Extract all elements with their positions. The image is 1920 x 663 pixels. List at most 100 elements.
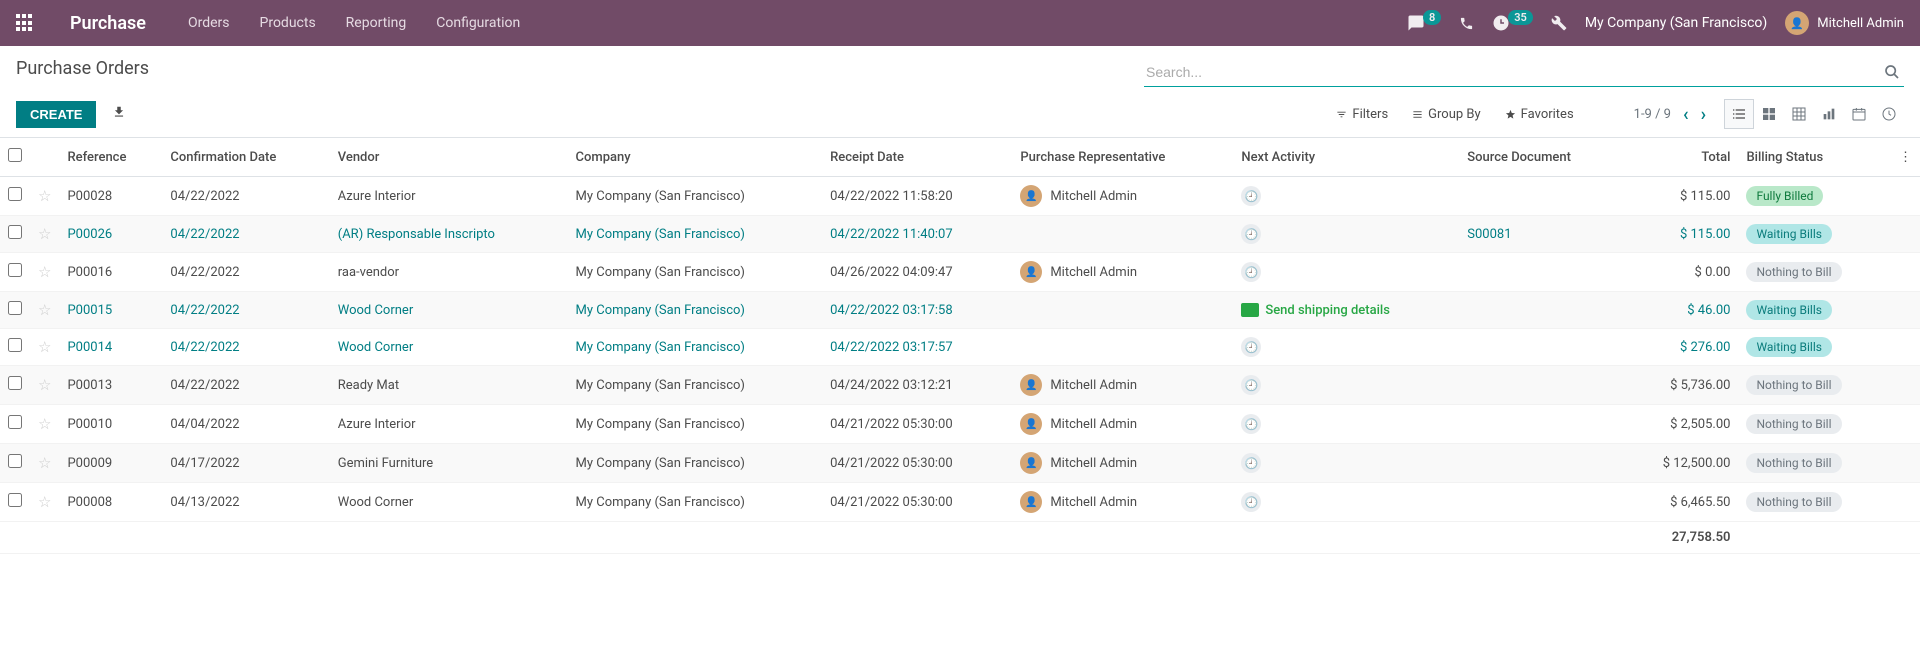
menu-reporting[interactable]: Reporting [346,15,407,31]
download-icon[interactable] [108,101,130,127]
cell-source [1459,177,1623,216]
cell-status: Nothing to Bill [1738,444,1891,483]
th-more-icon[interactable]: ⋮ [1891,138,1920,177]
cell-source [1459,405,1623,444]
row-checkbox[interactable] [8,415,22,429]
star-icon[interactable]: ☆ [38,187,51,205]
status-badge: Nothing to Bill [1746,262,1841,282]
table-row[interactable]: ☆ P00028 04/22/2022 Azure Interior My Co… [0,177,1920,216]
cell-ref: P00014 [59,329,162,366]
th-vendor[interactable]: Vendor [330,138,568,177]
row-checkbox[interactable] [8,454,22,468]
cell-ref: P00015 [59,292,162,329]
cell-company: My Company (San Francisco) [568,444,823,483]
clock-icon[interactable]: 🕘 [1241,224,1261,244]
cell-company: My Company (San Francisco) [568,216,823,253]
menu-orders[interactable]: Orders [188,15,230,31]
th-billing[interactable]: Billing Status [1738,138,1891,177]
th-source[interactable]: Source Document [1459,138,1623,177]
pager-next-icon[interactable]: › [1701,104,1706,125]
table-row[interactable]: ☆ P00010 04/04/2022 Azure Interior My Co… [0,405,1920,444]
cell-activity: 🕘 [1233,405,1459,444]
star-icon[interactable]: ☆ [38,338,51,356]
groupby-button[interactable]: Group By [1412,107,1481,122]
row-checkbox[interactable] [8,301,22,315]
company-selector[interactable]: My Company (San Francisco) [1585,15,1767,31]
view-list-icon[interactable] [1724,99,1754,129]
table-row[interactable]: ☆ P00026 04/22/2022 (AR) Responsable Ins… [0,216,1920,253]
th-confirmation[interactable]: Confirmation Date [162,138,329,177]
view-pivot-icon[interactable] [1784,99,1814,129]
activity-planned[interactable]: Send shipping details [1241,303,1451,318]
search-input[interactable] [1144,58,1904,87]
star-icon[interactable]: ☆ [38,454,51,472]
pager[interactable]: 1-9 / 9 [1634,107,1671,122]
pager-prev-icon[interactable]: ‹ [1683,104,1689,125]
row-checkbox[interactable] [8,493,22,507]
clock-icon[interactable]: 🕘 [1241,186,1261,206]
create-button[interactable]: CREATE [16,101,96,128]
star-icon[interactable]: ☆ [38,225,51,243]
search-icon[interactable] [1884,64,1900,84]
app-title[interactable]: Purchase [70,13,146,34]
groupby-label: Group By [1428,107,1481,122]
th-rep[interactable]: Purchase Representative [1012,138,1233,177]
apps-icon[interactable] [16,14,34,32]
view-kanban-icon[interactable] [1754,99,1784,129]
row-checkbox[interactable] [8,263,22,277]
rep-name: Mitchell Admin [1050,495,1137,510]
th-receipt[interactable]: Receipt Date [822,138,1012,177]
view-activity-icon[interactable] [1874,99,1904,129]
table-row[interactable]: ☆ P00008 04/13/2022 Wood Corner My Compa… [0,483,1920,522]
clock-icon[interactable]: 🕘 [1241,337,1261,357]
clock-icon[interactable]: 🕘 [1241,375,1261,395]
star-icon[interactable]: ☆ [38,301,51,319]
cell-ref: P00009 [59,444,162,483]
table-row[interactable]: ☆ P00015 04/22/2022 Wood Corner My Compa… [0,292,1920,329]
discuss-icon[interactable]: 8 [1407,14,1441,32]
top-menus: Orders Products Reporting Configuration [188,15,520,31]
table-row[interactable]: ☆ P00009 04/17/2022 Gemini Furniture My … [0,444,1920,483]
row-checkbox[interactable] [8,187,22,201]
table-row[interactable]: ☆ P00014 04/22/2022 Wood Corner My Compa… [0,329,1920,366]
table-row[interactable]: ☆ P00013 04/22/2022 Ready Mat My Company… [0,366,1920,405]
phone-icon[interactable] [1459,16,1474,31]
favorites-button[interactable]: Favorites [1505,107,1574,122]
debug-icon[interactable] [1551,15,1567,31]
th-activity[interactable]: Next Activity [1233,138,1459,177]
menu-products[interactable]: Products [260,15,316,31]
filters-label: Filters [1352,107,1388,122]
filters-button[interactable]: Filters [1336,107,1388,122]
rep-name: Mitchell Admin [1050,456,1137,471]
view-graph-icon[interactable] [1814,99,1844,129]
th-company[interactable]: Company [568,138,823,177]
clock-icon[interactable]: 🕘 [1241,453,1261,473]
table-row[interactable]: ☆ P00016 04/22/2022 raa-vendor My Compan… [0,253,1920,292]
view-calendar-icon[interactable] [1844,99,1874,129]
star-icon[interactable]: ☆ [38,376,51,394]
star-icon[interactable]: ☆ [38,263,51,281]
select-all-checkbox[interactable] [8,148,22,162]
cell-confirm: 04/17/2022 [162,444,329,483]
clock-icon[interactable]: 🕘 [1241,262,1261,282]
star-icon[interactable]: ☆ [38,493,51,511]
clock-icon[interactable]: 🕘 [1241,414,1261,434]
cell-receipt: 04/22/2022 11:40:07 [822,216,1012,253]
row-checkbox[interactable] [8,376,22,390]
row-checkbox[interactable] [8,338,22,352]
cell-vendor: Azure Interior [330,177,568,216]
user-menu[interactable]: 👤 Mitchell Admin [1785,11,1904,35]
th-total[interactable]: Total [1624,138,1739,177]
avatar: 👤 [1020,491,1042,513]
th-reference[interactable]: Reference [59,138,162,177]
cell-source [1459,329,1623,366]
menu-configuration[interactable]: Configuration [436,15,520,31]
row-checkbox[interactable] [8,225,22,239]
star-icon[interactable]: ☆ [38,415,51,433]
avatar: 👤 [1020,374,1042,396]
clock-icon[interactable]: 🕘 [1241,492,1261,512]
status-badge: Nothing to Bill [1746,375,1841,395]
status-badge: Nothing to Bill [1746,414,1841,434]
cell-total: $ 276.00 [1624,329,1739,366]
activities-icon[interactable]: 35 [1492,14,1533,32]
